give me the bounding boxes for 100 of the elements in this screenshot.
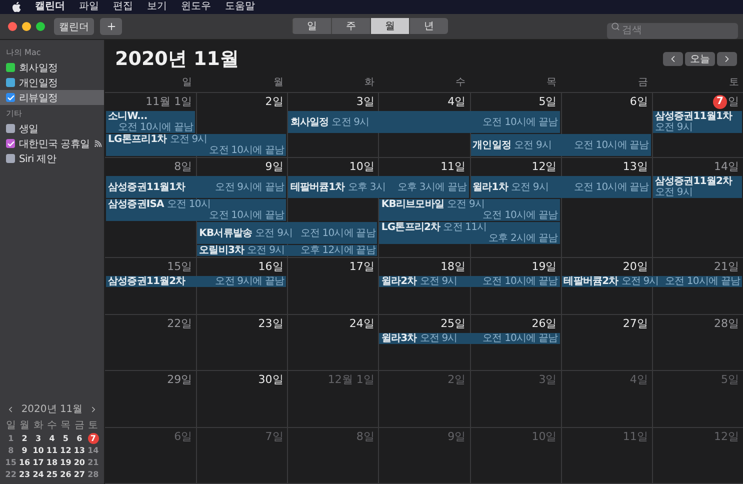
date[interactable]: 24: [31, 469, 46, 480]
checkbox[interactable]: [6, 78, 15, 87]
event-bar[interactable]: 삼성증권11월2차 오전 9시에 끝남: [106, 276, 286, 287]
date[interactable]: 26: [58, 469, 73, 480]
day-number: 8일: [174, 159, 192, 174]
checkbox[interactable]: [6, 124, 15, 133]
event-bar[interactable]: 회사일정 오전 9시 오전 10시에 끝남: [288, 111, 560, 133]
today-date[interactable]: 7: [88, 433, 99, 444]
checkbox[interactable]: [6, 154, 15, 163]
event-bar[interactable]: 소니W... 오전 10시에 끝남: [106, 111, 196, 133]
event-bar[interactable]: 윌라1차 오전 9시 오전 10시에 끝남: [470, 176, 651, 198]
event-title: 삼성증권11월2차: [654, 176, 732, 187]
menu-item[interactable]: 윈도우: [181, 0, 211, 14]
checkbox[interactable]: [6, 93, 15, 102]
date[interactable]: 6: [72, 433, 86, 444]
calendar-list-item[interactable]: 생일: [0, 121, 104, 136]
weekday-label: 목: [60, 420, 72, 432]
date[interactable]: 11: [45, 445, 59, 456]
view-tab[interactable]: 년: [409, 18, 448, 34]
date[interactable]: 27: [72, 469, 86, 480]
event-end-time: 오전 10시에 끝남: [482, 116, 558, 128]
view-tab[interactable]: 월: [370, 18, 409, 34]
search-field[interactable]: 검색: [607, 22, 738, 38]
day-number: 8일: [356, 428, 374, 444]
day-number: 29일: [167, 372, 192, 387]
date[interactable]: 9: [18, 445, 32, 456]
weekday-header: 토: [728, 76, 740, 89]
event-end-time: 오후 12시에 끝남: [300, 245, 376, 256]
date[interactable]: 10: [31, 445, 46, 456]
event-title: 회사일정: [290, 116, 329, 128]
date[interactable]: 20: [72, 457, 86, 468]
apple-icon[interactable]: [12, 2, 21, 12]
today-button[interactable]: 오늘: [685, 52, 715, 66]
menu-item[interactable]: 파일: [79, 0, 99, 14]
event-bar[interactable]: 테팔버큠2차 오전 9시 오전 10시에 끝남: [562, 276, 742, 287]
event-bar[interactable]: 오릴비3차 오전 9시 오후 12시에 끝남: [197, 245, 378, 256]
event-title: LG톤프리1차: [108, 134, 167, 145]
date[interactable]: 3: [31, 433, 46, 444]
date[interactable]: 19: [58, 457, 73, 468]
date[interactable]: 2: [18, 433, 32, 444]
day-number: 14일: [714, 159, 739, 174]
event-bar[interactable]: 삼성증권11월2차 오전 9시: [652, 176, 742, 198]
calendar-list-item[interactable]: 리뷰일정: [0, 90, 104, 105]
date[interactable]: 13: [72, 445, 86, 456]
close-button[interactable]: [8, 22, 17, 31]
date[interactable]: 16: [18, 457, 32, 468]
event-bar[interactable]: LG톤프리1차 오전 9시 오전 10시에 끝남: [106, 134, 286, 156]
event-bar[interactable]: KB서류발송 오전 9시 오전 10시에 끝남: [197, 222, 378, 244]
calendar-list-item[interactable]: 회사일정: [0, 60, 104, 75]
date[interactable]: 5: [58, 433, 73, 444]
day-number: 11일: [622, 428, 648, 444]
weekday-header: 화: [363, 76, 376, 89]
event-start-time: 오전 9시: [654, 187, 692, 198]
day-number: 22일: [167, 316, 192, 330]
event-bar[interactable]: 윌라2차 오전 9시 오전 10시에 끝남: [379, 276, 560, 287]
menu-item[interactable]: 편집: [113, 0, 133, 14]
day-number: 4일: [630, 372, 648, 387]
event-bar[interactable]: 개인일정 오전 9시 오전 10시에 끝남: [470, 134, 651, 156]
event-bar[interactable]: LG톤프리2차 오전 11시 오후 2시에 끝남: [379, 222, 560, 244]
event-bar[interactable]: 삼성증권ISA 오전 10시 오전 10시에 끝남: [106, 199, 286, 221]
event-end-time: 오전 10시에 끝남: [574, 182, 649, 192]
event-end-time: 오전 10시에 끝남: [482, 210, 558, 221]
checkbox[interactable]: [6, 139, 15, 148]
date[interactable]: 25: [45, 469, 59, 480]
zoom-button[interactable]: [36, 22, 45, 31]
weekday-header: 금: [636, 76, 649, 89]
next-button[interactable]: [717, 52, 737, 66]
mini-calendar-title: 2020년 11월: [21, 403, 83, 416]
previous-button[interactable]: [663, 52, 683, 66]
menu-item[interactable]: 보기: [147, 0, 167, 14]
add-button[interactable]: [100, 18, 122, 35]
event-end-time: 오전 9시에 끝남: [215, 276, 284, 287]
calendars-button[interactable]: 캘린더: [54, 18, 94, 35]
month-title: 2020년 11월: [115, 46, 239, 72]
date[interactable]: 23: [18, 469, 32, 480]
date[interactable]: 18: [45, 457, 59, 468]
date[interactable]: 17: [31, 457, 46, 468]
date[interactable]: 4: [45, 433, 59, 444]
checkbox[interactable]: [6, 63, 15, 72]
event-start-time: 오전 9시: [332, 116, 370, 128]
event-bar[interactable]: 테팔버큠1차 오후 3시 오후 3시에 끝남: [288, 176, 469, 198]
event-start-time: 오전 9시: [170, 134, 208, 145]
calendar-list-item[interactable]: 대한민국 공휴일: [0, 136, 104, 151]
event-start-time: 오전 9시: [447, 199, 485, 210]
event-start-time: 오전 11시: [443, 222, 487, 233]
event-bar[interactable]: 윌라3차 오전 9시 오전 10시에 끝남: [379, 332, 560, 344]
menu-item[interactable]: 도움말: [225, 0, 255, 14]
calendar-list-item[interactable]: 개인일정: [0, 75, 104, 90]
event-start-time: 오전 9시: [514, 140, 552, 150]
calendar-list-item[interactable]: Siri 제안: [0, 151, 104, 166]
previous-month-icon[interactable]: [6, 404, 15, 414]
app-menu[interactable]: 캘린더: [35, 0, 65, 14]
day-number: 7일: [265, 428, 284, 444]
event-bar[interactable]: 삼성증권11월1차 오전 9시에 끝남: [106, 176, 286, 198]
date[interactable]: 12: [58, 445, 73, 456]
event-bar[interactable]: KB리브모바일 오전 9시 오전 10시에 끝남: [379, 199, 560, 221]
day-number: 9일: [448, 428, 466, 444]
minimize-button[interactable]: [22, 22, 31, 31]
event-bar[interactable]: 삼성증권11월1차 오전 9시: [652, 111, 742, 133]
view-tab[interactable]: 일: [292, 18, 331, 34]
